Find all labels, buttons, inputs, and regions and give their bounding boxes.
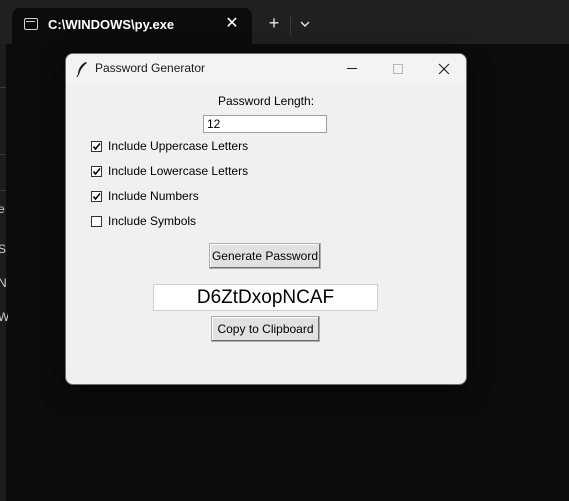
dialog-titlebar[interactable]: Password Generator: [66, 54, 466, 84]
checkbox-box[interactable]: [91, 191, 102, 202]
terminal-titlebar: C:\WINDOWS\py.exe ✕ +: [0, 0, 569, 44]
tab-title: C:\WINDOWS\py.exe: [48, 17, 175, 32]
new-tab-button[interactable]: +: [264, 13, 284, 33]
checkmark-icon: [92, 142, 101, 151]
numbers-label: Include Numbers: [108, 189, 199, 203]
maximize-icon: [393, 64, 403, 74]
chevron-down-icon[interactable]: [296, 15, 314, 33]
background-text: W: [0, 310, 8, 324]
close-button[interactable]: [421, 54, 466, 84]
divider: [0, 154, 6, 155]
minimize-icon: [347, 68, 357, 69]
lowercase-label: Include Lowercase Letters: [108, 164, 249, 178]
minimize-button[interactable]: [329, 54, 375, 84]
checkbox-box[interactable]: [91, 166, 102, 177]
checkbox-box[interactable]: [91, 216, 102, 227]
background-window-edge: e S N W: [0, 44, 8, 501]
password-generator-window: Password Generator Password Length: Incl…: [65, 53, 467, 385]
checkbox-box[interactable]: [91, 141, 102, 152]
terminal-tab[interactable]: C:\WINDOWS\py.exe ✕: [12, 8, 252, 44]
tab-close-button[interactable]: ✕: [222, 14, 242, 34]
feather-icon: [76, 62, 87, 77]
background-text: S: [0, 242, 7, 256]
copy-to-clipboard-button[interactable]: Copy to Clipboard: [211, 316, 320, 342]
background-text: N: [0, 276, 7, 290]
password-length-label: Password Length:: [217, 94, 315, 108]
symbols-label: Include Symbols: [108, 214, 197, 228]
dialog-title: Password Generator: [95, 61, 206, 75]
maximize-button[interactable]: [375, 54, 421, 84]
uppercase-label: Include Uppercase Letters: [108, 139, 249, 153]
divider: [0, 87, 6, 88]
generate-password-button[interactable]: Generate Password: [209, 243, 321, 269]
divider: [0, 190, 6, 191]
checkmark-icon: [92, 167, 101, 176]
background-text: e: [0, 202, 5, 216]
tab-divider: [290, 15, 291, 35]
password-length-input[interactable]: [203, 115, 327, 133]
close-icon: [438, 63, 450, 75]
generated-password-field[interactable]: D6ZtDxopNCAF: [153, 284, 378, 311]
console-icon: [24, 18, 38, 30]
checkmark-icon: [92, 192, 101, 201]
